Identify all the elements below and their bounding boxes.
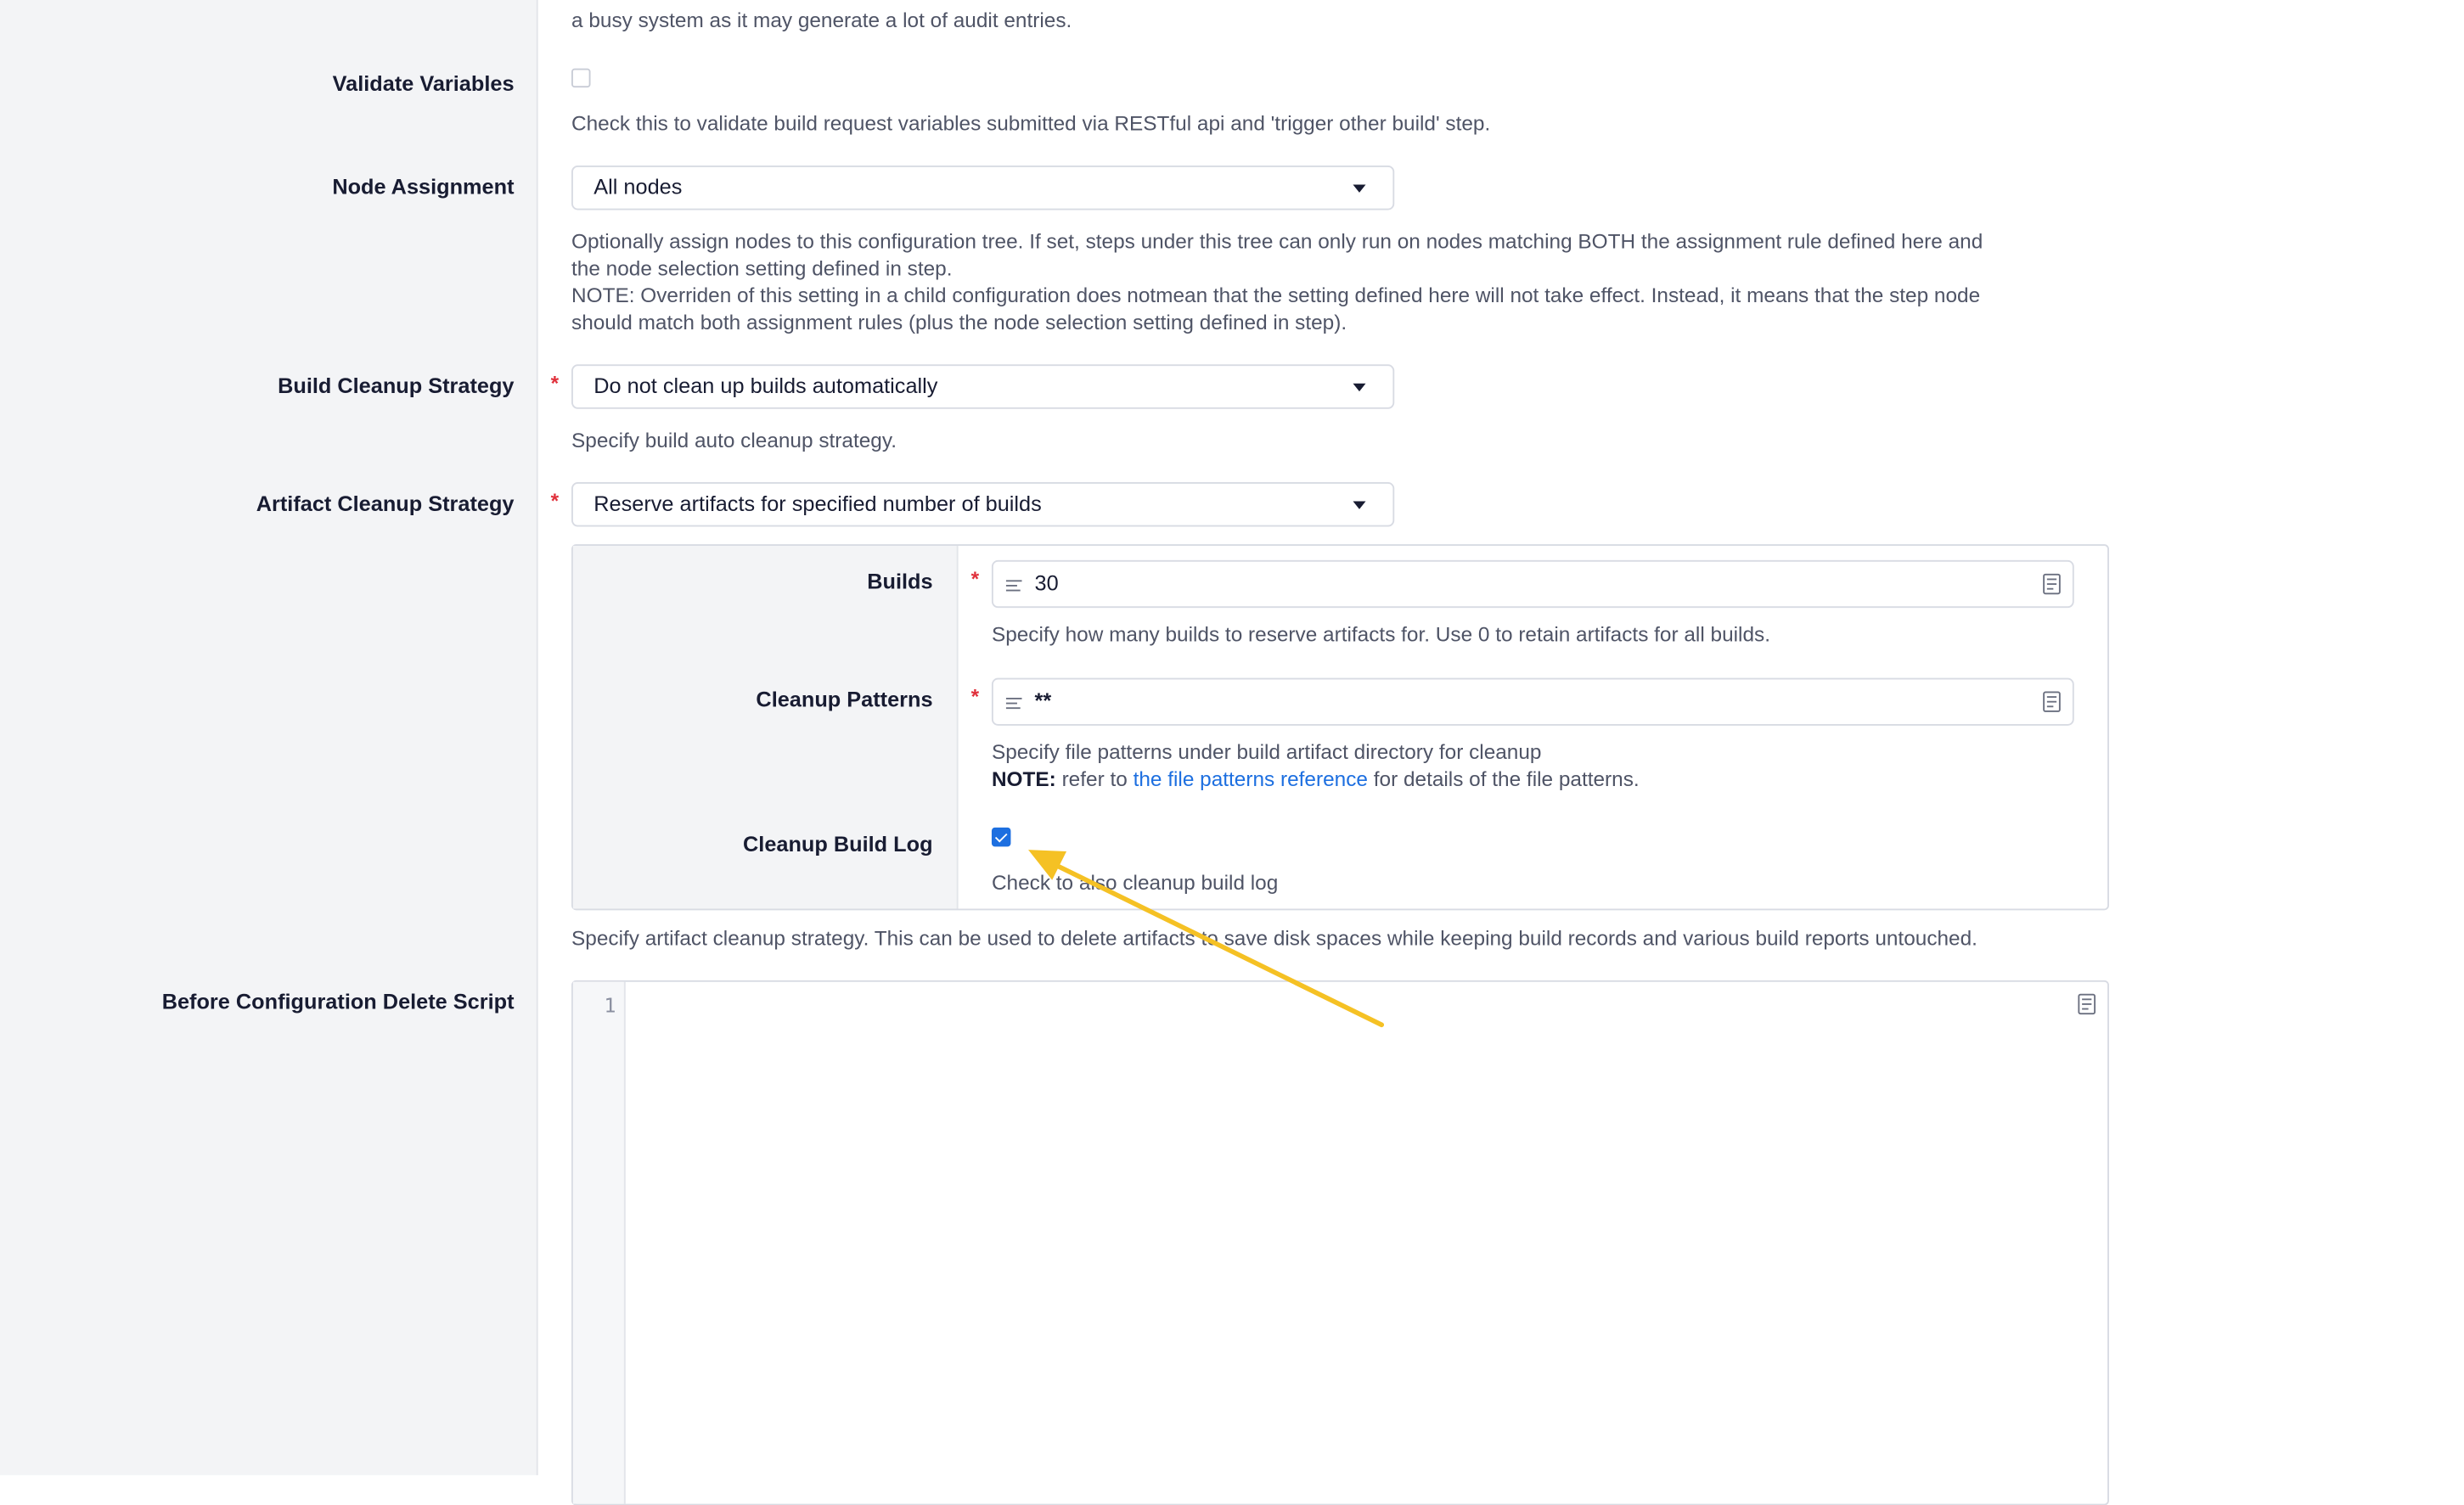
artifact-cleanup-settings-panel: Builds * 30 Specify how many builds to r… — [571, 544, 2109, 911]
node-assignment-select[interactable]: All nodes — [571, 165, 1395, 211]
validate-variables-label: Validate Variables — [332, 71, 515, 96]
node-assignment-value: All nodes — [593, 175, 683, 199]
settings-form: a busy system as it may generate a lot o… — [0, 0, 2464, 1505]
cleanup-patterns-note: NOTE: refer to the file patterns referen… — [992, 766, 1640, 793]
build-cleanup-value: Do not clean up builds automatically — [593, 373, 938, 398]
build-cleanup-label: Build Cleanup Strategy — [278, 373, 515, 398]
caret-down-icon — [1353, 501, 1366, 509]
before-delete-script-label: Before Configuration Delete Script — [161, 990, 515, 1014]
cleanup-patterns-label: Cleanup Patterns — [756, 687, 933, 711]
validate-variables-help: Check this to validate build request var… — [571, 111, 1491, 136]
caret-down-icon — [1353, 184, 1366, 193]
validate-variables-checkbox[interactable] — [571, 68, 591, 88]
line-number: 1 — [604, 992, 616, 1017]
text-lines-icon — [1005, 698, 1022, 710]
artifact-cleanup-help: Specify artifact cleanup strategy. This … — [571, 926, 1977, 951]
builds-help: Specify how many builds to reserve artif… — [991, 622, 1770, 647]
node-assignment-help-2: the node selection setting defined in st… — [571, 256, 953, 280]
build-cleanup-help: Specify build auto cleanup strategy. — [571, 428, 897, 452]
before-delete-script-editor[interactable]: 1 — [571, 980, 2109, 1505]
document-icon[interactable] — [2077, 993, 2096, 1015]
artifact-cleanup-value: Reserve artifacts for specified number o… — [593, 491, 1042, 516]
required-marker: * — [550, 370, 560, 395]
builds-label: Builds — [867, 570, 933, 594]
note-pre: refer to — [1061, 767, 1128, 791]
cleanup-patterns-value: ** — [1034, 688, 1052, 713]
node-assignment-help-1: Optionally assign nodes to this configur… — [571, 228, 1983, 254]
build-cleanup-select[interactable]: Do not clean up builds automatically — [571, 364, 1395, 409]
cleanup-build-log-label: Cleanup Build Log — [743, 832, 933, 856]
caret-down-icon — [1353, 383, 1366, 392]
file-patterns-reference-link[interactable]: the file patterns reference — [1134, 767, 1368, 791]
editor-gutter: 1 — [572, 981, 626, 1504]
audit-help-text: a busy system as it may generate a lot o… — [571, 8, 1072, 32]
cleanup-patterns-help: Specify file patterns under build artifa… — [991, 739, 1542, 764]
text-lines-icon — [1005, 580, 1022, 592]
note-label: NOTE: — [991, 767, 1056, 791]
cleanup-build-log-help: Check to also cleanup build log — [991, 870, 1279, 895]
cleanup-patterns-input[interactable]: ** — [991, 677, 2074, 726]
required-marker: * — [550, 488, 560, 513]
cleanup-build-log-checkbox[interactable] — [991, 827, 1011, 847]
builds-input[interactable]: 30 — [991, 559, 2074, 609]
artifact-cleanup-label: Artifact Cleanup Strategy — [256, 491, 515, 516]
note-post: for details of the file patterns. — [1373, 767, 1640, 791]
builds-value: 30 — [1034, 571, 1059, 596]
artifact-cleanup-select[interactable]: Reserve artifacts for specified number o… — [571, 482, 1395, 527]
required-marker: * — [970, 566, 980, 591]
document-icon[interactable] — [2042, 573, 2061, 595]
node-assignment-help-4: should match both assignment rules (plus… — [571, 310, 1347, 334]
node-assignment-label: Node Assignment — [332, 175, 515, 199]
node-assignment-help-3: NOTE: Overriden of this setting in a chi… — [571, 283, 1981, 307]
label-column — [0, 0, 538, 1475]
required-marker: * — [970, 684, 980, 709]
document-icon[interactable] — [2042, 691, 2061, 713]
